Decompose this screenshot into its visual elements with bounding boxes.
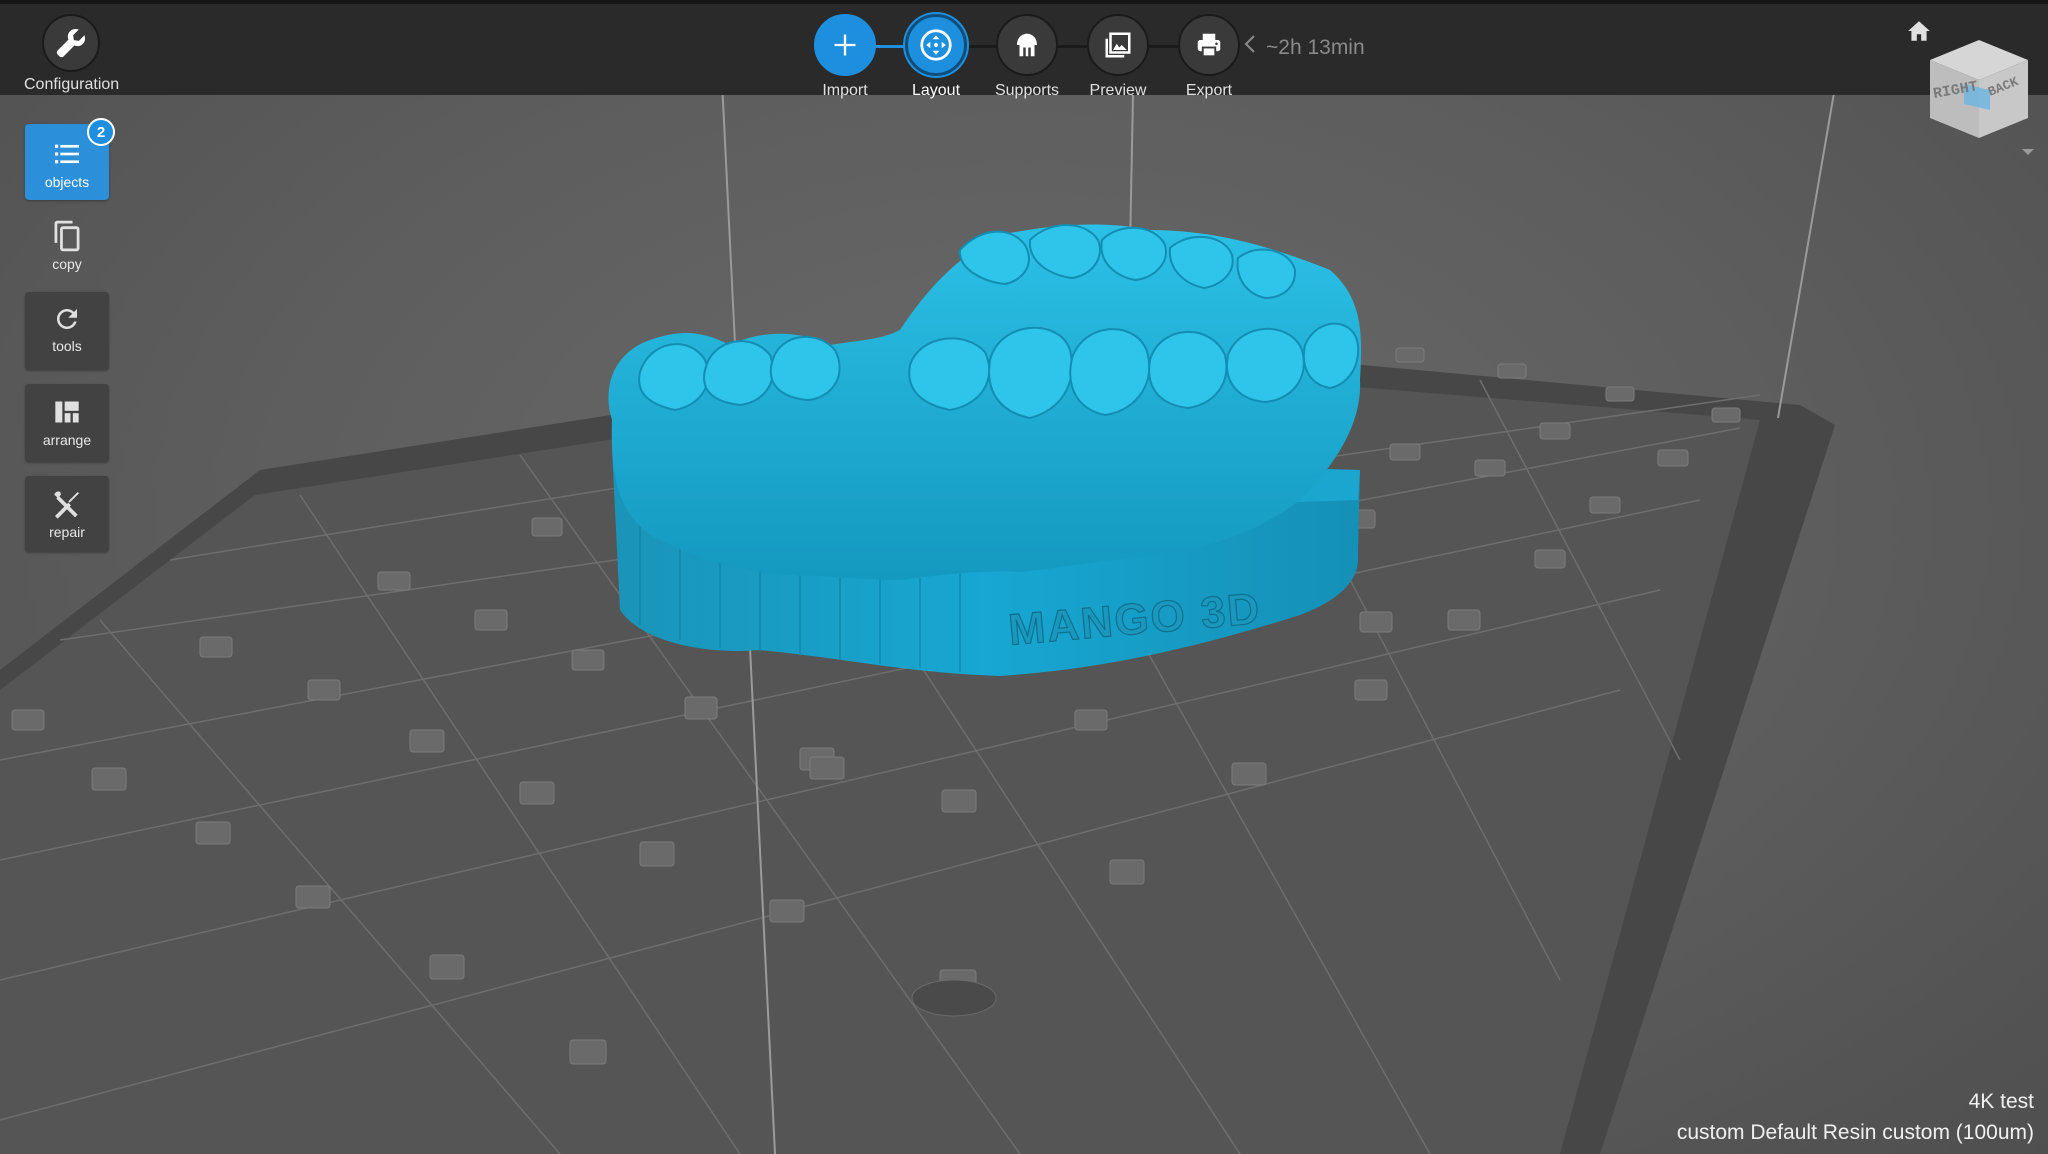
viewcube-menu-caret[interactable] — [2020, 144, 2036, 155]
tools-label: tools — [52, 338, 82, 354]
step-supports-label: Supports — [994, 82, 1060, 99]
wrench-icon — [42, 14, 100, 72]
scene-canvas[interactable]: MANGO 3D — [0, 0, 2048, 1154]
step-export-button[interactable]: Export — [1161, 14, 1257, 100]
printer-name: 4K test — [1968, 1090, 2034, 1113]
step-layout-label: Layout — [911, 82, 961, 99]
material-profile: custom Default Resin custom (100um) — [1676, 1121, 2034, 1144]
arrange-label: arrange — [42, 432, 92, 448]
arrange-button[interactable]: arrange — [25, 384, 109, 462]
chevron-left-icon — [1244, 34, 1256, 60]
repair-label: repair — [49, 524, 85, 540]
step-preview-label: Preview — [1089, 82, 1147, 99]
step-import-button[interactable]: Import — [797, 14, 893, 100]
list-icon — [55, 144, 79, 164]
step-import-label: Import — [822, 82, 868, 99]
copy-icon — [54, 220, 80, 252]
objects-label: objects — [44, 174, 90, 190]
objects-count-badge: 2 — [87, 118, 115, 146]
refresh-icon — [57, 309, 77, 329]
print-time-estimate[interactable]: ~2h 13min — [1244, 34, 1365, 60]
move-icon — [905, 14, 967, 76]
print-time-text: ~2h 13min — [1266, 36, 1365, 59]
step-layout-button[interactable]: Layout — [888, 14, 984, 100]
dental-model[interactable]: MANGO 3D — [608, 224, 1362, 676]
plus-icon — [814, 14, 876, 76]
arrange-icon — [55, 401, 79, 423]
3d-viewport[interactable]: MANGO 3D — [0, 0, 2048, 1154]
repair-button[interactable]: repair — [25, 476, 109, 552]
copy-label: copy — [52, 256, 82, 272]
copy-button[interactable]: copy — [25, 212, 109, 278]
view-cube[interactable]: RIGHT BACK — [1924, 34, 2034, 144]
configuration-button[interactable]: Configuration — [24, 14, 120, 94]
objects-button[interactable]: objects 2 — [25, 118, 115, 200]
step-export-label: Export — [1185, 82, 1233, 99]
caret-down-icon — [2022, 149, 2034, 155]
supports-icon — [996, 14, 1058, 76]
configuration-label: Configuration — [24, 76, 120, 93]
tools-button[interactable]: tools — [25, 292, 109, 370]
wrench-screwdriver-icon — [54, 491, 79, 519]
printer-info: 4K test custom Default Resin custom (100… — [1677, 1086, 2034, 1148]
step-supports-button[interactable]: Supports — [979, 14, 1075, 100]
printer-icon — [1178, 14, 1240, 76]
top-toolbar: Configuration Import Layout Supports Pre… — [0, 0, 2048, 99]
step-preview-button[interactable]: Preview — [1070, 14, 1166, 100]
image-icon — [1087, 14, 1149, 76]
